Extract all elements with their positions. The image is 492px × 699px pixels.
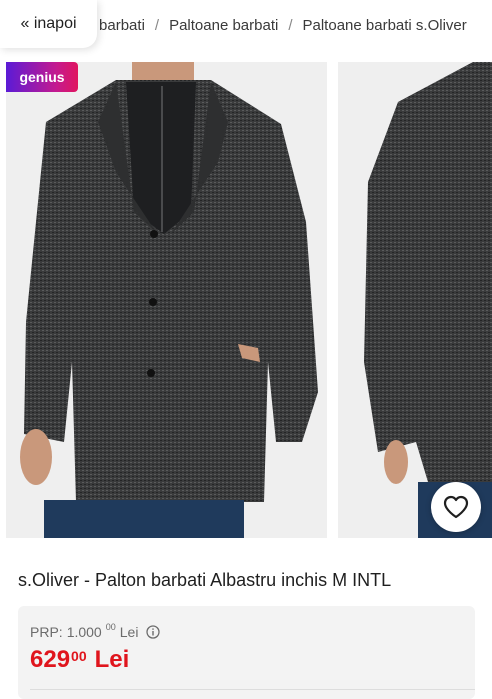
price-currency: Lei [94, 646, 130, 673]
back-button[interactable]: « inapoi [0, 0, 97, 48]
prp-currency: Lei [119, 624, 139, 640]
product-image-main[interactable] [6, 62, 327, 538]
price-decimals: 00 [71, 648, 87, 664]
breadcrumb-item[interactable]: Paltoane barbati s.Oliver [303, 17, 467, 34]
product-image-secondary[interactable] [338, 62, 492, 538]
prp-decimals: 00 [105, 622, 116, 632]
genius-badge: genius [6, 62, 78, 92]
favorite-button[interactable] [431, 482, 481, 532]
prp-price: PRP: 1.000 00 Lei [30, 622, 161, 640]
breadcrumb-separator: / [154, 17, 160, 34]
prp-label: PRP: [30, 624, 63, 640]
info-icon[interactable] [146, 625, 161, 639]
divider [30, 689, 475, 690]
breadcrumb-item[interactable]: Paltoane barbati [169, 17, 278, 34]
price-value: 629 [30, 646, 71, 673]
product-gallery[interactable] [0, 62, 492, 538]
price-box: PRP: 1.000 00 Lei 629 00 Lei [18, 606, 475, 699]
heart-icon [443, 495, 469, 519]
current-price: 629 00 Lei [30, 646, 129, 674]
breadcrumb-separator: / [288, 17, 293, 34]
prp-value: 1.000 [66, 624, 102, 640]
product-title: s.Oliver - Palton barbati Albastru inchi… [18, 570, 392, 590]
